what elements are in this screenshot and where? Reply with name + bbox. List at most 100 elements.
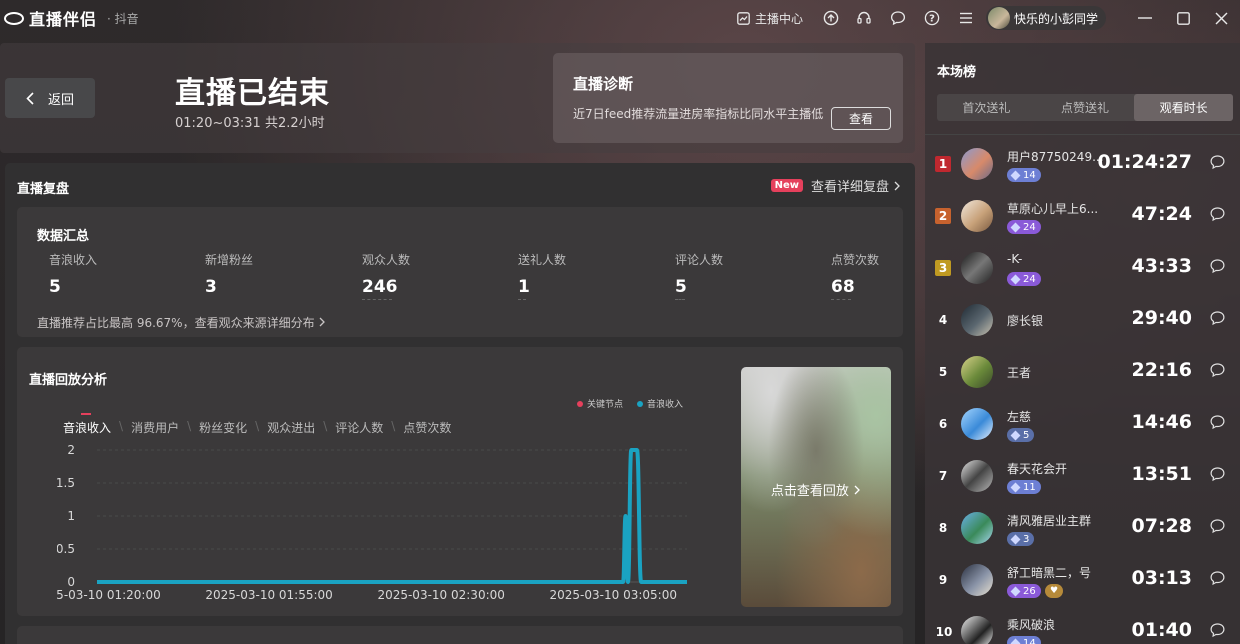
x-tick-label: 2025-03-10 02:30:00 [377,588,504,602]
minimize-button[interactable] [1126,0,1164,36]
legend-label: 音浪收入 [647,400,684,410]
fan-level-value: 24 [1023,221,1036,233]
close-button[interactable] [1202,0,1240,36]
platform-label: · 抖音 [107,11,139,26]
fan-level-value: 14 [1023,169,1036,181]
minimize-icon [1138,17,1152,19]
close-icon [1215,12,1227,24]
tab-separator: \ [119,419,124,433]
messages-button[interactable] [890,10,906,26]
chat-bubble-icon[interactable] [1209,414,1226,430]
ranking-row[interactable]: 5 王者 22:16 [925,346,1240,398]
back-button[interactable]: 返回 [5,78,95,118]
tab-commenters[interactable]: 评论人数 [335,419,383,436]
user-avatar[interactable] [961,200,993,232]
user-profile-chip[interactable]: 快乐的小彭同学 [985,6,1106,30]
stat-commenters[interactable]: 评论人数 5 [675,251,815,300]
stat-gifters[interactable]: 送礼人数 1 [518,251,658,300]
ranking-row[interactable]: 1 用户87750249... 14 01:24:27 [925,138,1240,190]
page-title: 直播已结束 [175,76,330,111]
fan-level-badge: 14 [1007,636,1041,644]
x-tick-label: 2025-03-10 01:20:00 [57,588,161,602]
chat-bubble-icon[interactable] [1209,310,1226,326]
tab-viewer-flow[interactable]: 观众进出 [267,419,315,436]
user-avatar[interactable] [961,252,993,284]
y-tick-label: 2 [67,443,75,457]
ranking-panel: 本场榜 首次送礼 点赞送礼 观看时长 1 用户87750249... 14 01:24… [925,43,1240,644]
ranking-row[interactable]: 8 清风雅居业主群 3 07:28 [925,502,1240,554]
ranking-row[interactable]: 7 春天花会开 11 13:51 [925,450,1240,502]
watch-replay-text: 点击查看回放 [770,484,849,499]
chat-bubble-icon[interactable] [1209,570,1226,586]
chat-bubble-icon[interactable] [1209,258,1226,274]
tab-separator: \ [255,419,260,433]
diamond-icon [1010,534,1021,544]
chat-bubble-icon[interactable] [1209,518,1226,534]
tab-first-gift[interactable]: 首次送礼 [937,94,1036,121]
tab-gift-income[interactable]: 音浪收入 [63,413,111,436]
ranking-row[interactable]: 10 乘风破浪 14 01:40 [925,606,1240,644]
replay-thumbnail[interactable]: 点击查看回放 [741,367,891,607]
menu-button[interactable] [958,10,974,26]
upload-button[interactable] [823,10,839,26]
ranking-title: 本场榜 [937,65,977,80]
legend-dot [577,400,583,407]
user-avatar[interactable] [961,408,993,440]
ranking-row[interactable]: 6 左慈 5 14:46 [925,398,1240,450]
support-button[interactable] [856,10,872,26]
rank-number: 4 [938,313,948,327]
diagnosis-card: 直播诊断 近7日feed推荐流量进房率指标比同水平主播低 查看 [553,53,903,143]
user-avatar [987,7,1010,29]
diamond-icon [1010,274,1021,284]
chat-bubble-icon[interactable] [1209,622,1226,638]
fan-level-value: 26 [1023,585,1036,597]
detail-replay-label: 查看详细复盘 [810,180,889,195]
rank-username: 清风雅居业主群 [1007,514,1092,528]
user-avatar[interactable] [961,616,993,644]
chat-bubble-icon[interactable] [1209,362,1226,378]
rank-username: 左慈 [1007,410,1032,424]
stat-value: 5 [49,277,61,297]
user-avatar[interactable] [961,512,993,544]
chat-bubble-icon[interactable] [1209,466,1226,482]
tab-separator: \ [323,419,328,433]
fan-level-badge: 26 [1007,584,1041,598]
tab-likes[interactable]: 点赞次数 [403,419,451,436]
headset-icon [856,10,872,26]
tab-paying-users[interactable]: 消费用户 [131,419,179,436]
ranking-row[interactable]: 3 -K- 24 43:33 [925,242,1240,294]
user-avatar[interactable] [961,460,993,492]
tab-like-gift[interactable]: 点赞送礼 [1036,94,1135,121]
watch-duration: 43:33 [1131,255,1192,277]
chat-bubble-icon[interactable] [1209,206,1226,222]
detail-replay-link[interactable]: New 查看详细复盘 [770,176,901,195]
chart-icon [736,10,752,26]
ranking-row[interactable]: 2 草原心儿早上6... 24 47:24 [925,190,1240,242]
fan-level-value: 11 [1023,481,1036,493]
tab-fan-change[interactable]: 粉丝变化 [199,419,247,436]
audience-source-link[interactable]: 直播推荐占比最高 96.67%，查看观众来源详细分布 [37,314,326,331]
user-avatar[interactable] [961,564,993,596]
stat-viewers[interactable]: 观众人数 246 [362,251,502,300]
legend-dot [637,400,644,407]
ranking-row[interactable]: 4 廖长银 29:40 [925,294,1240,346]
diagnosis-view-button[interactable]: 查看 [831,107,891,130]
creator-center-button[interactable]: 主播中心 [736,10,803,27]
tab-watch-time[interactable]: 观看时长 [1134,94,1234,121]
app-title: 直播伴侣 [29,10,98,29]
rank-username: 用户87750249... [1007,150,1104,164]
chat-bubble-icon[interactable] [1209,154,1226,170]
chat-bubble-icon [890,10,906,26]
x-tick-label: 2025-03-10 01:55:00 [205,588,332,602]
replay-heading: 直播复盘 [17,182,70,197]
diamond-icon [1010,170,1021,180]
maximize-button[interactable] [1164,0,1202,36]
diagnosis-text: 近7日feed推荐流量进房率指标比同水平主播低 [573,107,824,121]
user-avatar[interactable] [961,356,993,388]
help-button[interactable]: ? [924,10,940,26]
user-avatar[interactable] [961,304,993,336]
fan-level-badge: 14 [1007,168,1041,182]
summary-title: 数据汇总 [37,229,90,244]
user-avatar[interactable] [961,148,993,180]
ranking-row[interactable]: 9 舒工暗黑二，号 26 ♥ 03:13 [925,554,1240,606]
